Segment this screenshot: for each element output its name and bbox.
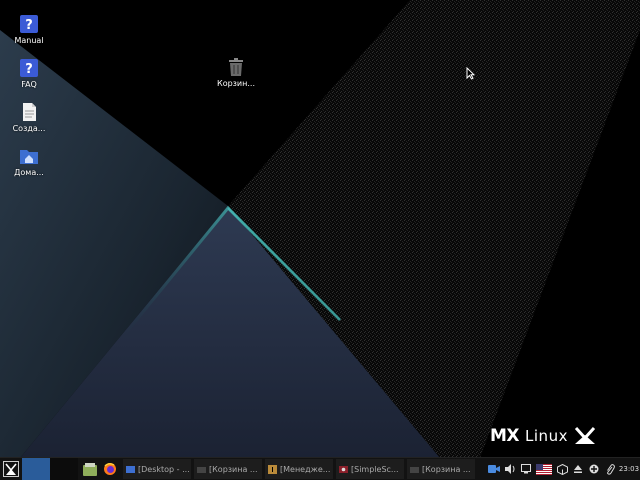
paperclip-icon (607, 463, 615, 475)
task-label: [SimpleSc... (351, 464, 399, 474)
desktop-icon-label: Корзин... (217, 79, 255, 88)
tray-eject[interactable] (570, 458, 586, 480)
logo-text: Linux (525, 427, 568, 445)
logo-mark: MX (490, 426, 520, 446)
tray-updater[interactable] (586, 458, 602, 480)
workspace-2[interactable] (50, 458, 78, 480)
desktop-icon (126, 465, 135, 473)
firefox-icon (104, 462, 116, 475)
task-label: [Менедже... (280, 464, 331, 474)
folder-icon (410, 466, 419, 473)
screenshot-icon (339, 465, 348, 473)
trash-icon (229, 58, 243, 76)
desktop-wallpaper (0, 0, 640, 458)
desktop-icon-label: Созда... (12, 124, 46, 133)
mouse-cursor-icon (466, 67, 475, 80)
document-icon (23, 103, 36, 121)
task-label: [Корзина ... (209, 464, 258, 474)
file-manager-launcher[interactable] (80, 458, 100, 480)
desktop-icon-label: FAQ (21, 80, 37, 89)
help-icon: ? (20, 15, 38, 33)
eject-icon (574, 465, 582, 473)
package-icon (556, 463, 568, 475)
tray-volume[interactable] (502, 458, 518, 480)
start-menu-button[interactable] (0, 458, 22, 480)
mx-menu-icon (3, 461, 19, 477)
task-desktop[interactable]: [Desktop - ... (123, 459, 191, 479)
task-trash-1[interactable]: [Корзина ... (194, 459, 262, 479)
home-folder-icon (20, 150, 38, 164)
task-simplescreenrecorder[interactable]: [SimpleSc... (336, 459, 404, 479)
svg-text:?: ? (25, 62, 33, 77)
tray-camera[interactable] (486, 458, 502, 480)
tray-package[interactable] (554, 458, 570, 480)
task-label: [Desktop - ... (138, 464, 190, 474)
updater-icon (589, 464, 599, 474)
mx-x-icon (574, 427, 596, 444)
camera-icon (488, 465, 500, 473)
system-tray: 23:03 (486, 458, 640, 480)
display-icon (521, 464, 531, 474)
desktop-icon-home[interactable]: Дома... (2, 146, 56, 177)
desktop-icon-faq[interactable]: ? FAQ (2, 58, 56, 89)
taskbar: [Desktop - ... [Корзина ... [Менедже... … (0, 457, 640, 480)
help-icon: ? (20, 59, 38, 77)
workspace-1[interactable] (22, 458, 50, 480)
firefox-launcher[interactable] (100, 458, 120, 480)
volume-icon (504, 464, 514, 474)
clock[interactable]: 23:03 (618, 465, 640, 473)
desktop-icon-manual[interactable]: ? Manual (2, 14, 56, 45)
task-label: [Корзина ... (422, 464, 471, 474)
mx-linux-logo: MX Linux (490, 426, 596, 446)
tray-clipboard[interactable] (602, 458, 618, 480)
desktop-icon-label: Дома... (14, 168, 44, 177)
file-manager-icon (83, 462, 97, 476)
tray-display[interactable] (518, 458, 534, 480)
us-flag-icon (536, 463, 552, 475)
desktop-icon-label: Manual (14, 36, 44, 45)
task-trash-2[interactable]: [Корзина ... (407, 459, 475, 479)
desktop-icon-trash[interactable]: Корзин... (209, 57, 263, 88)
folder-icon (197, 466, 206, 473)
tray-keyboard-layout[interactable] (534, 458, 554, 480)
info-icon (268, 464, 277, 474)
svg-text:?: ? (25, 18, 33, 33)
desktop-icon-create-document[interactable]: Созда... (2, 102, 56, 133)
task-manager[interactable]: [Менедже... (265, 459, 333, 479)
